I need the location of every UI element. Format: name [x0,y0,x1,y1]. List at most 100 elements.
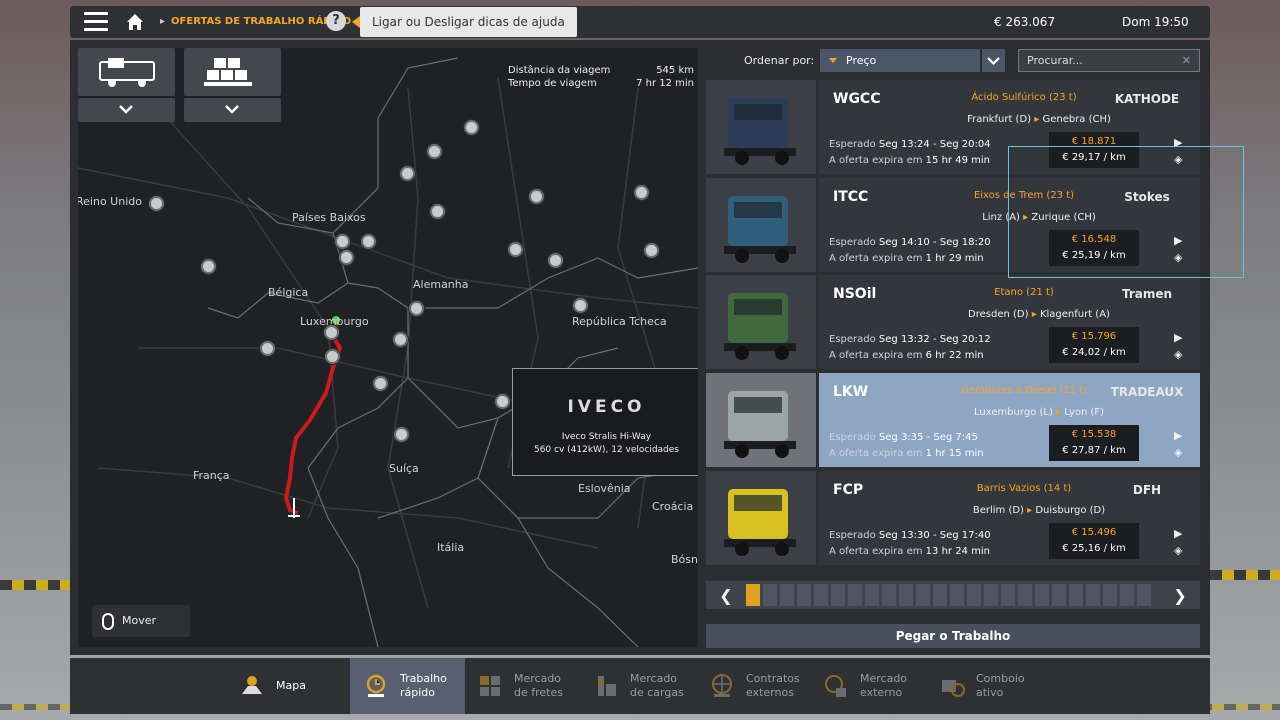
quick-job-icon [366,674,386,697]
page-segment[interactable] [882,584,896,606]
page-segment[interactable] [1035,584,1049,606]
route-from: Frankfurt (D) [967,114,1032,125]
cargo-market-icon [598,676,616,696]
nav-item-map[interactable]: Mapa [238,658,348,714]
page-segment[interactable] [1069,584,1083,606]
take-job-button[interactable]: Pegar o Trabalho [706,624,1200,648]
city-marker[interactable] [464,120,479,135]
expires-time: 13 hr 24 min [925,546,990,557]
job-timing: Esperado Seg 13:24 - Seg 20:04 A oferta e… [829,137,991,169]
page-segment[interactable] [1137,584,1151,606]
truck-model: Iveco Stralis Hi-Way [561,432,652,442]
truck-filter-button[interactable] [78,48,175,96]
city-marker[interactable] [409,301,424,316]
job-timing: Esperado Seg 3:35 - Seg 7:45 A oferta exp… [829,430,984,462]
page-segment[interactable] [1120,584,1134,606]
city-marker[interactable] [495,394,510,409]
sort-dropdown-button[interactable] [982,49,1005,72]
main-panel: Distância da viagem 545 km Tempo de viage… [70,40,1244,655]
cargo-filter-button[interactable] [184,48,281,96]
job-details: NSOil Etano (21 t) Dresden (D) ▸ Klagenfur… [819,275,1200,369]
nav-item-cargo-market[interactable]: Mercado de cargas [592,658,702,714]
cargo-type-icon: ◈ [1174,348,1183,361]
company-logo: LKW [833,384,869,400]
help-icon[interactable]: ? [326,11,346,31]
expires-time: 1 hr 15 min [925,448,984,459]
city-marker[interactable] [335,234,350,249]
city-marker[interactable] [325,349,340,364]
job-row[interactable]: NSOil Etano (21 t) Dresden (D) ▸ Klagenfur… [706,275,1200,369]
page-segment[interactable] [831,584,845,606]
job-row[interactable]: LKW Geradores à Diesel (21 t) Luxemburgo (… [706,373,1200,467]
nav-item-freight-market[interactable]: Mercado de fretes [476,658,586,714]
company-logo: FCP [833,482,864,498]
next-page-button[interactable]: ❯ [1160,586,1200,605]
page-segment[interactable] [763,584,777,606]
city-marker[interactable] [529,189,544,204]
page-segment[interactable] [746,584,760,606]
city-marker[interactable] [573,298,588,313]
page-segment[interactable] [814,584,828,606]
page-segment[interactable] [797,584,811,606]
nav-item-convoy[interactable]: Comboio ativo [938,658,1048,714]
home-icon[interactable] [124,11,146,33]
cargo-filter-dropdown[interactable] [184,98,281,122]
page-segment[interactable] [1103,584,1117,606]
client-logo: KATHODE [1114,92,1180,106]
cargo-pallet-icon [204,58,252,86]
price-box: € 15.796 € 24,02 / km [1049,327,1139,363]
city-marker[interactable] [339,250,354,265]
page-segment[interactable] [916,584,930,606]
page-segment[interactable] [1001,584,1015,606]
city-marker[interactable] [634,185,649,200]
map-label: Itália [437,541,465,554]
job-timing: Esperado Seg 13:32 - Seg 20:12 A oferta e… [829,332,991,364]
page-segment[interactable] [1018,584,1032,606]
city-marker[interactable] [260,341,275,356]
map-view[interactable]: Distância da viagem 545 km Tempo de viage… [78,48,698,647]
menu-icon[interactable] [84,12,108,32]
company-logo: ITCC [833,189,869,205]
job-price: € 15.538 [1071,429,1117,440]
city-marker[interactable] [427,144,442,159]
prev-page-button[interactable]: ❮ [706,586,746,605]
page-segment[interactable] [950,584,964,606]
city-marker[interactable] [361,234,376,249]
city-marker[interactable] [508,242,523,257]
truck-thumbnail [706,80,816,174]
city-marker[interactable] [324,325,339,340]
city-marker[interactable] [394,427,409,442]
page-segment[interactable] [1086,584,1100,606]
page-segment[interactable] [899,584,913,606]
clear-search-icon[interactable]: ✕ [1182,50,1191,71]
city-marker[interactable] [430,204,445,219]
truck-filter-dropdown[interactable] [78,98,175,122]
sort-select[interactable]: Preço [820,49,980,72]
nav-item-quick-job[interactable]: Trabalho rápido [350,658,465,714]
city-marker[interactable] [400,166,415,181]
map-graphic [78,57,698,647]
nav-item-external-market[interactable]: Mercado externo [822,658,932,714]
page-segment[interactable] [967,584,981,606]
page-segment[interactable] [780,584,794,606]
page-segment[interactable] [848,584,862,606]
city-marker[interactable] [393,332,408,347]
nav-label: Mercado de fretes [514,672,563,699]
city-marker[interactable] [644,243,659,258]
external-market-icon [825,675,846,697]
city-marker[interactable] [373,376,388,391]
page-segment[interactable] [933,584,947,606]
city-marker[interactable] [149,196,164,211]
map-label: França [193,469,230,482]
page-segment[interactable] [1052,584,1066,606]
cargo-name: Barris Vazios (14 t) [976,483,1072,494]
page-segment[interactable] [984,584,998,606]
travel-time-label: Tempo de viagem [508,78,597,89]
selection-outline [1008,146,1244,278]
page-segment[interactable] [865,584,879,606]
city-marker[interactable] [548,253,563,268]
job-row[interactable]: FCP Barris Vazios (14 t) Berlim (D) ▸ Duis… [706,471,1200,565]
search-input[interactable]: Procurar... ✕ [1018,49,1200,72]
nav-item-external-contracts[interactable]: Contratos externos [708,658,818,714]
city-marker[interactable] [201,259,216,274]
